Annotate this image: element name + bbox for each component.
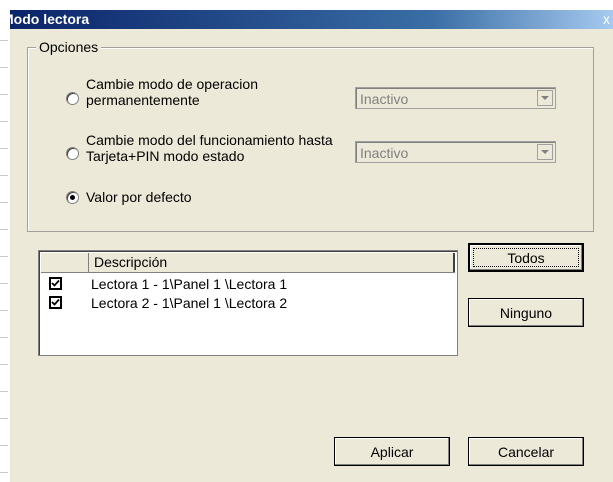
readers-list[interactable]: Descripción Lectora 1 - 1\Panel 1 \Lecto…	[38, 250, 458, 356]
title-bar[interactable]: Modo lectora x	[2, 10, 613, 29]
reader-checkbox[interactable]	[49, 277, 62, 290]
reader-label: Lectora 1 - 1\Panel 1 \Lectora 1	[91, 276, 288, 292]
function-mode-value: Inactivo	[360, 145, 409, 161]
options-group-legend: Opciones	[36, 39, 102, 55]
select-all-button[interactable]: Todos	[468, 243, 584, 272]
description-column-label: Descripción	[94, 254, 168, 270]
modo-lectora-dialog: Modo lectora x Opciones Cambie modo de o…	[2, 10, 613, 482]
options-group: Opciones Cambie modo de operacion perman…	[27, 39, 594, 232]
radio-permanent-mode-label-1[interactable]: Cambie modo de operacion	[86, 77, 258, 92]
radio-default-value[interactable]	[66, 191, 79, 204]
background-window-edge	[0, 0, 10, 482]
readers-list-header: Descripción	[41, 253, 455, 273]
radio-permanent-mode-label-2[interactable]: permanentemente	[86, 93, 200, 108]
reader-checkbox[interactable]	[49, 296, 62, 309]
checkmark-icon	[51, 298, 60, 306]
apply-button[interactable]: Aplicar	[334, 437, 450, 466]
chevron-down-icon[interactable]	[537, 144, 553, 160]
list-item[interactable]: Lectora 2 - 1\Panel 1 \Lectora 2	[41, 294, 455, 313]
cancel-button[interactable]: Cancelar	[468, 437, 584, 466]
function-mode-select[interactable]: Inactivo	[355, 141, 556, 163]
focus-ring	[473, 248, 579, 267]
operation-mode-value: Inactivo	[360, 91, 409, 107]
window-title: Modo lectora	[2, 11, 90, 27]
radio-until-card-pin[interactable]	[66, 147, 79, 160]
description-column-header[interactable]: Descripción	[89, 253, 455, 272]
radio-default-value-label[interactable]: Valor por defecto	[86, 190, 192, 205]
operation-mode-select[interactable]: Inactivo	[355, 87, 556, 109]
reader-label: Lectora 2 - 1\Panel 1 \Lectora 2	[91, 295, 288, 311]
radio-until-card-pin-label-2[interactable]: Tarjeta+PIN modo estado	[86, 149, 244, 164]
chevron-down-icon[interactable]	[537, 90, 553, 106]
radio-permanent-mode[interactable]	[66, 92, 79, 105]
list-item[interactable]: Lectora 1 - 1\Panel 1 \Lectora 1	[41, 275, 455, 294]
check-column-header[interactable]	[41, 253, 89, 272]
select-none-button[interactable]: Ninguno	[468, 298, 584, 327]
close-icon[interactable]: x	[603, 10, 613, 29]
radio-until-card-pin-label-1[interactable]: Cambie modo del funcionamiento hasta	[86, 133, 333, 148]
checkmark-icon	[51, 279, 60, 287]
